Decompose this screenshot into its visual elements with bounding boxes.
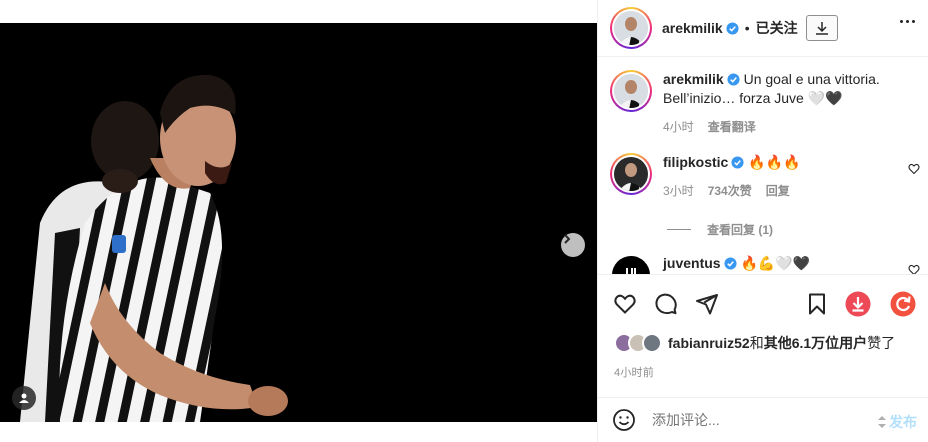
- comment-username[interactable]: arekmilik: [663, 71, 724, 87]
- more-horizontal-icon: [900, 20, 903, 23]
- comment-username[interactable]: filipkostic: [663, 154, 728, 170]
- comment-time[interactable]: 4小时: [663, 118, 694, 137]
- comment-button[interactable]: [653, 291, 679, 317]
- replies-divider: [667, 229, 691, 230]
- verified-badge-icon: [731, 156, 744, 169]
- reply-button[interactable]: 回复: [766, 182, 790, 201]
- post-header: arekmilik • 已关注: [598, 0, 928, 57]
- share-button[interactable]: [694, 291, 720, 317]
- author-avatar[interactable]: [610, 70, 652, 112]
- more-options-button[interactable]: [900, 20, 915, 23]
- view-replies-label: 查看回复 (1): [707, 223, 774, 237]
- author-avatar[interactable]: [610, 7, 652, 49]
- post-image[interactable]: [0, 23, 597, 422]
- likes-connector: 和: [749, 335, 764, 351]
- comment-like-icon[interactable]: [908, 264, 920, 274]
- verified-badge-icon: [724, 257, 737, 270]
- liker-avatars[interactable]: [614, 333, 662, 353]
- download-circle-icon: [845, 291, 871, 317]
- refresh-button[interactable]: [890, 291, 916, 317]
- comment-like-icon[interactable]: [908, 163, 920, 175]
- comment-time[interactable]: 3小时: [663, 182, 694, 201]
- post-side-panel: arekmilik • 已关注 arekmilik Un goal e una …: [597, 0, 928, 442]
- action-bar: [598, 274, 928, 334]
- commenter-avatar[interactable]: [610, 254, 652, 274]
- view-replies-button[interactable]: 查看回复 (1): [667, 221, 773, 238]
- verified-badge-icon: [727, 73, 740, 86]
- verified-badge-icon: [726, 21, 739, 35]
- likes-suffix: 赞了: [867, 335, 896, 351]
- bookmark-icon: [809, 293, 825, 315]
- emoji-icon[interactable]: [612, 408, 636, 432]
- post-label: 发布: [889, 414, 917, 430]
- add-comment-bar: 发布: [598, 397, 928, 442]
- like-button[interactable]: [612, 291, 638, 317]
- juventus-logo-icon: [626, 268, 636, 274]
- comment-text: 🔥🔥🔥: [748, 154, 801, 170]
- user-icon: [19, 393, 29, 403]
- likes-text: fabianruiz52和其他6.1万位用户赞了: [668, 333, 895, 353]
- carousel-next-button[interactable]: [561, 233, 585, 257]
- sort-arrows-icon: [878, 416, 886, 428]
- send-icon: [696, 294, 718, 315]
- other-likers-link[interactable]: 其他6.1万位用户: [764, 335, 867, 351]
- post-timestamp[interactable]: 4小时前: [614, 364, 654, 380]
- commenter-avatar[interactable]: [610, 153, 652, 195]
- comment-username[interactable]: juventus: [663, 255, 721, 271]
- comment-item: juventus 🔥💪🤍🖤: [610, 254, 920, 274]
- post-comment-button[interactable]: 发布: [877, 412, 917, 432]
- author-username[interactable]: arekmilik: [662, 20, 723, 36]
- download-media-button[interactable]: [845, 291, 871, 317]
- liker-username[interactable]: fabianruiz52: [668, 335, 750, 351]
- player-illustration: [0, 23, 597, 422]
- following-button[interactable]: 已关注: [756, 18, 798, 38]
- download-button[interactable]: [805, 15, 838, 41]
- tagged-users-button[interactable]: [12, 386, 36, 410]
- comment-input[interactable]: [652, 412, 852, 428]
- post-media-area: [0, 0, 597, 442]
- see-translation-button[interactable]: 查看翻译: [708, 118, 756, 137]
- comment-item: filipkostic 🔥🔥🔥 3小时 734次赞 回复: [610, 153, 920, 201]
- comment-likes[interactable]: 734次赞: [708, 182, 752, 201]
- refresh-circle-icon: [890, 291, 916, 317]
- download-icon: [815, 22, 828, 35]
- comment-icon: [655, 293, 677, 315]
- chevron-right-icon: [564, 234, 571, 244]
- header-separator: •: [744, 20, 750, 36]
- likes-summary: fabianruiz52和其他6.1万位用户赞了: [614, 333, 895, 353]
- comments-list: arekmilik Un goal e una vittoria. Bell’i…: [598, 58, 928, 274]
- caption: arekmilik Un goal e una vittoria. Bell’i…: [610, 70, 920, 137]
- avatar: [642, 333, 662, 353]
- comment-text: 🔥💪🤍🖤: [740, 255, 811, 271]
- heart-icon: [614, 294, 636, 314]
- save-button[interactable]: [804, 291, 830, 317]
